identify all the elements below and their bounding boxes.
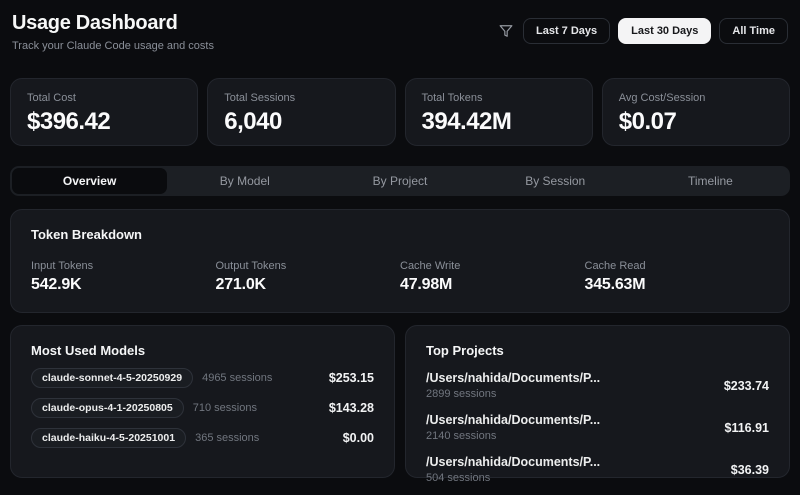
bottom-row: Most Used Models claude-sonnet-4-5-20250…: [10, 325, 790, 484]
project-path: /Users/nahida/Documents/P...: [426, 455, 601, 469]
page-subtitle: Track your Claude Code usage and costs: [12, 40, 214, 52]
stat-value: 394.42M: [421, 108, 512, 135]
token-label: Input Tokens: [31, 260, 94, 272]
project-cost: $116.91: [724, 420, 770, 435]
model-name-badge: claude-opus-4-1-20250805: [31, 398, 184, 418]
project-row: /Users/nahida/Documents/P... 2899 sessio…: [426, 371, 769, 400]
model-sessions: 710 sessions: [192, 402, 257, 414]
stat-card-total-cost: Total Cost $396.42: [10, 78, 199, 146]
tab-by-project[interactable]: By Project: [322, 168, 477, 194]
tab-bar: Overview By Model By Project By Session …: [10, 166, 790, 196]
usage-dashboard-page: Usage Dashboard Track your Claude Code u…: [0, 0, 800, 495]
most-used-models-title: Most Used Models: [31, 343, 146, 358]
project-row: /Users/nahida/Documents/P... 504 session…: [426, 455, 769, 484]
model-name-badge: claude-haiku-4-5-20251001: [31, 428, 187, 448]
tab-by-session[interactable]: By Session: [478, 168, 633, 194]
project-path: /Users/nahida/Documents/P...: [426, 413, 601, 427]
stat-label: Total Tokens: [421, 92, 483, 104]
range-button-all-time[interactable]: All Time: [719, 18, 788, 44]
stat-card-avg-cost-session: Avg Cost/Session $0.07: [601, 78, 790, 146]
tab-overview[interactable]: Overview: [12, 168, 168, 194]
token-breakdown-grid: Input Tokens 542.9K Output Tokens 271.0K…: [31, 260, 769, 294]
tab-by-model[interactable]: By Model: [167, 168, 322, 194]
model-sessions: 4965 sessions: [202, 372, 273, 384]
token-stat-input: Input Tokens 542.9K: [31, 260, 216, 294]
stat-card-total-sessions: Total Sessions 6,040: [207, 78, 396, 146]
project-row: /Users/nahida/Documents/P... 2140 sessio…: [426, 413, 769, 442]
stat-value: $396.42: [27, 108, 111, 135]
top-projects-panel: Top Projects /Users/nahida/Documents/P..…: [405, 325, 790, 484]
project-path: /Users/nahida/Documents/P...: [426, 371, 601, 385]
tab-timeline[interactable]: Timeline: [633, 168, 788, 194]
header: Usage Dashboard Track your Claude Code u…: [10, 10, 790, 52]
token-value: 345.63M: [584, 276, 646, 293]
stat-value: 6,040: [224, 108, 282, 135]
stat-value: $0.07: [618, 108, 677, 135]
model-row: claude-haiku-4-5-20251001 365 sessions $…: [31, 428, 374, 448]
stat-label: Total Cost: [27, 92, 76, 104]
token-stat-output: Output Tokens 271.0K: [216, 260, 401, 294]
token-value: 271.0K: [215, 276, 267, 293]
project-info: /Users/nahida/Documents/P... 2899 sessio…: [426, 371, 600, 400]
filter-controls: Last 7 Days Last 30 Days All Time: [497, 18, 788, 44]
project-sessions: 2899 sessions: [426, 388, 497, 400]
token-breakdown-title: Token Breakdown: [31, 227, 143, 242]
stats-row: Total Cost $396.42 Total Sessions 6,040 …: [10, 78, 790, 146]
filter-button[interactable]: [497, 22, 515, 40]
token-stat-cache-write: Cache Write 47.98M: [400, 260, 585, 294]
model-cost: $0.00: [342, 431, 374, 445]
project-info: /Users/nahida/Documents/P... 2140 sessio…: [426, 413, 600, 442]
most-used-models-panel: Most Used Models claude-sonnet-4-5-20250…: [10, 325, 395, 478]
token-value: 542.9K: [31, 276, 82, 293]
token-label: Cache Write: [400, 260, 461, 272]
project-cost: $36.39: [730, 462, 769, 477]
top-projects-title: Top Projects: [426, 343, 504, 358]
project-sessions: 504 sessions: [426, 472, 491, 484]
header-text: Usage Dashboard Track your Claude Code u…: [12, 12, 214, 52]
range-button-last-7-days[interactable]: Last 7 Days: [522, 18, 611, 44]
token-label: Output Tokens: [215, 260, 287, 272]
project-info: /Users/nahida/Documents/P... 504 session…: [426, 455, 600, 484]
stat-label: Total Sessions: [224, 92, 296, 104]
stat-card-total-tokens: Total Tokens 394.42M: [404, 78, 593, 146]
model-cost: $253.15: [328, 371, 374, 385]
range-button-last-30-days[interactable]: Last 30 Days: [618, 18, 712, 44]
token-label: Cache Read: [584, 260, 646, 272]
stat-label: Avg Cost/Session: [618, 92, 706, 104]
funnel-icon: [499, 24, 513, 38]
project-cost: $233.74: [723, 378, 769, 393]
token-breakdown-panel: Token Breakdown Input Tokens 542.9K Outp…: [10, 209, 790, 313]
project-sessions: 2140 sessions: [426, 430, 497, 442]
token-stat-cache-read: Cache Read 345.63M: [585, 260, 770, 294]
model-cost: $143.28: [328, 401, 374, 415]
page-title: Usage Dashboard: [12, 12, 178, 34]
model-row: claude-sonnet-4-5-20250929 4965 sessions…: [31, 368, 374, 388]
model-sessions: 365 sessions: [195, 432, 260, 444]
model-name-badge: claude-sonnet-4-5-20250929: [31, 368, 194, 388]
token-value: 47.98M: [400, 276, 453, 293]
model-row: claude-opus-4-1-20250805 710 sessions $1…: [31, 398, 374, 418]
